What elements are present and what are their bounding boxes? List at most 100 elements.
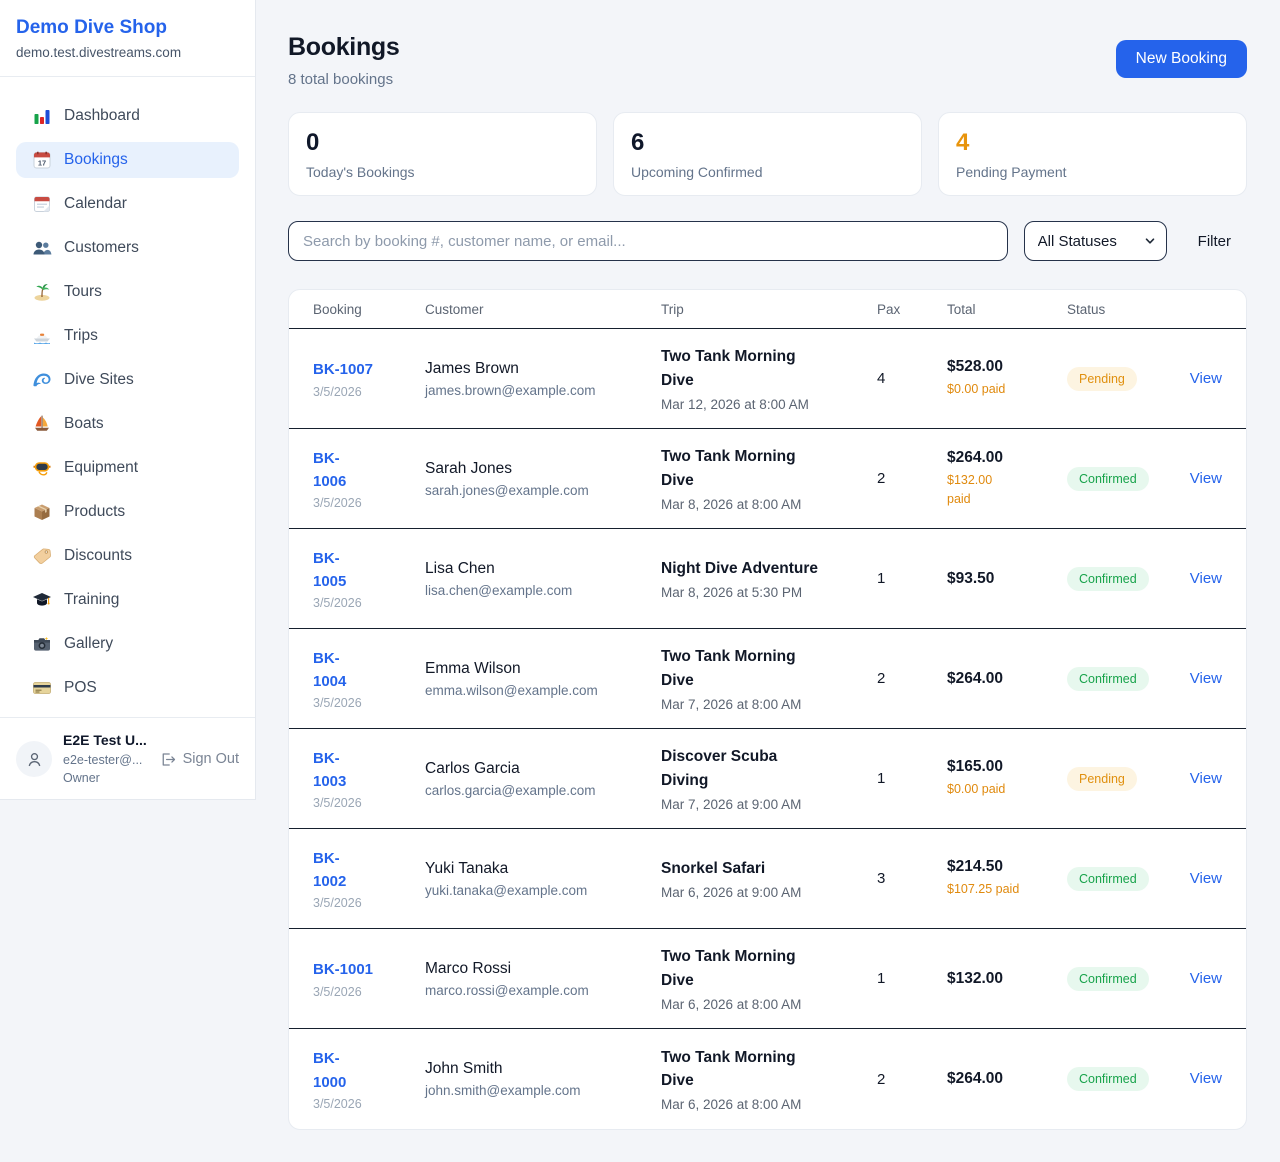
user-email: e2e-tester@... <box>63 753 147 769</box>
table-row: BK- 10003/5/2026John Smithjohn.smith@exa… <box>289 1029 1246 1129</box>
sidebar-item-calendar[interactable]: Calendar <box>16 186 239 222</box>
booking-cell: BK- 10003/5/2026 <box>313 1047 425 1111</box>
customer-cell: Lisa Chenlisa.chen@example.com <box>425 560 661 598</box>
stat-value: 0 <box>306 129 579 157</box>
trip-datetime: Mar 8, 2026 at 8:00 AM <box>661 497 877 512</box>
speedboat-icon <box>32 326 52 346</box>
sidebar-item-label: Products <box>64 503 125 521</box>
customer-email: john.smith@example.com <box>425 1083 661 1098</box>
customer-name: Yuki Tanaka <box>425 860 661 878</box>
customer-name: Lisa Chen <box>425 560 661 578</box>
sidebar-item-label: Calendar <box>64 195 127 213</box>
total-cell: $264.00$132.00 paid <box>947 449 1067 509</box>
status-cell: Pending <box>1067 767 1186 791</box>
booking-link[interactable]: BK- 1005 <box>313 547 425 594</box>
page-header: Bookings 8 total bookings New Booking <box>288 33 1247 88</box>
actions-cell: View <box>1186 870 1222 888</box>
sidebar-item-bookings[interactable]: 17 Bookings <box>16 142 239 178</box>
view-link[interactable]: View <box>1190 770 1222 787</box>
view-link[interactable]: View <box>1190 970 1222 987</box>
sidebar-item-discounts[interactable]: Discounts <box>16 538 239 574</box>
trip-name: Snorkel Safari <box>661 857 877 880</box>
sidebar-item-products[interactable]: Products <box>16 494 239 530</box>
status-badge: Confirmed <box>1067 467 1149 491</box>
pax-count: 1 <box>877 970 947 987</box>
customer-cell: Carlos Garciacarlos.garcia@example.com <box>425 760 661 798</box>
actions-cell: View <box>1186 570 1222 588</box>
booking-link[interactable]: BK-1001 <box>313 958 425 981</box>
booking-date: 3/5/2026 <box>313 385 425 399</box>
sign-out-button[interactable]: Sign Out <box>159 751 239 768</box>
view-link[interactable]: View <box>1190 670 1222 687</box>
booking-link[interactable]: BK-1007 <box>313 358 425 381</box>
status-badge: Pending <box>1067 767 1137 791</box>
booking-date: 3/5/2026 <box>313 985 425 999</box>
customer-name: Emma Wilson <box>425 660 661 678</box>
user-section: E2E Test U... e2e-tester@... Owner Sign … <box>0 717 255 801</box>
total-cell: $132.00 <box>947 970 1067 988</box>
trip-cell: Two Tank Morning DiveMar 8, 2026 at 8:00… <box>661 445 877 512</box>
shop-domain: demo.test.divestreams.com <box>16 45 239 60</box>
actions-cell: View <box>1186 770 1222 788</box>
sidebar-item-dashboard[interactable]: Dashboard <box>16 98 239 134</box>
sidebar-item-label: Bookings <box>64 151 128 169</box>
status-badge: Confirmed <box>1067 567 1149 591</box>
total-amount: $264.00 <box>947 449 1067 467</box>
pax-count: 2 <box>877 670 947 687</box>
booking-cell: BK- 10053/5/2026 <box>313 547 425 611</box>
tag-icon <box>32 546 52 566</box>
sidebar-item-trips[interactable]: Trips <box>16 318 239 354</box>
svg-text:17: 17 <box>38 158 46 167</box>
status-cell: Confirmed <box>1067 667 1186 691</box>
total-amount: $93.50 <box>947 570 1067 588</box>
filter-button[interactable]: Filter <box>1198 233 1231 250</box>
customer-cell: Sarah Jonessarah.jones@example.com <box>425 460 661 498</box>
booking-link[interactable]: BK- 1006 <box>313 447 425 494</box>
sidebar-item-dive-sites[interactable]: Dive Sites <box>16 362 239 398</box>
table-header-row: Booking Customer Trip Pax Total Status <box>289 290 1246 329</box>
sidebar-item-training[interactable]: Training <box>16 582 239 618</box>
pax-count: 3 <box>877 870 947 887</box>
customer-email: yuki.tanaka@example.com <box>425 883 661 898</box>
search-input[interactable] <box>288 221 1008 261</box>
booking-date: 3/5/2026 <box>313 496 425 510</box>
status-cell: Confirmed <box>1067 867 1186 891</box>
status-filter-select[interactable]: All Statuses <box>1024 221 1167 261</box>
customer-name: James Brown <box>425 360 661 378</box>
stat-card-pending-payment: 4Pending Payment <box>938 112 1247 196</box>
total-cell: $264.00 <box>947 670 1067 688</box>
booking-link[interactable]: BK- 1003 <box>313 747 425 794</box>
booking-link[interactable]: BK- 1002 <box>313 847 425 894</box>
sidebar-item-label: Dive Sites <box>64 371 134 389</box>
view-link[interactable]: View <box>1190 1070 1222 1087</box>
sidebar-item-pos[interactable]: POS <box>16 670 239 706</box>
trip-cell: Night Dive AdventureMar 8, 2026 at 5:30 … <box>661 557 877 600</box>
sidebar-item-customers[interactable]: Customers <box>16 230 239 266</box>
status-badge: Confirmed <box>1067 967 1149 991</box>
booking-link[interactable]: BK- 1004 <box>313 647 425 694</box>
view-link[interactable]: View <box>1190 870 1222 887</box>
status-badge: Confirmed <box>1067 867 1149 891</box>
view-link[interactable]: View <box>1190 470 1222 487</box>
view-link[interactable]: View <box>1190 370 1222 387</box>
sign-out-label: Sign Out <box>183 751 239 767</box>
booking-link[interactable]: BK- 1000 <box>313 1047 425 1094</box>
booking-date: 3/5/2026 <box>313 896 425 910</box>
trip-cell: Two Tank Morning DiveMar 12, 2026 at 8:0… <box>661 345 877 412</box>
trip-name: Discover Scuba Diving <box>661 745 877 792</box>
customer-name: Sarah Jones <box>425 460 661 478</box>
person-icon <box>25 750 44 769</box>
sidebar-item-gallery[interactable]: Gallery <box>16 626 239 662</box>
sidebar-item-boats[interactable]: Boats <box>16 406 239 442</box>
view-link[interactable]: View <box>1190 570 1222 587</box>
trip-datetime: Mar 6, 2026 at 8:00 AM <box>661 1097 877 1112</box>
bookings-table: Booking Customer Trip Pax Total Status B… <box>288 289 1247 1130</box>
booking-date: 3/5/2026 <box>313 696 425 710</box>
sidebar-item-label: POS <box>64 679 97 697</box>
camera-icon <box>32 634 52 654</box>
sidebar-nav: Dashboard 17 Bookings Calendar Customers Tour… <box>0 77 255 706</box>
new-booking-button[interactable]: New Booking <box>1116 40 1247 78</box>
sidebar-item-equipment[interactable]: Equipment <box>16 450 239 486</box>
stat-label: Upcoming Confirmed <box>631 164 904 180</box>
sidebar-item-tours[interactable]: Tours <box>16 274 239 310</box>
